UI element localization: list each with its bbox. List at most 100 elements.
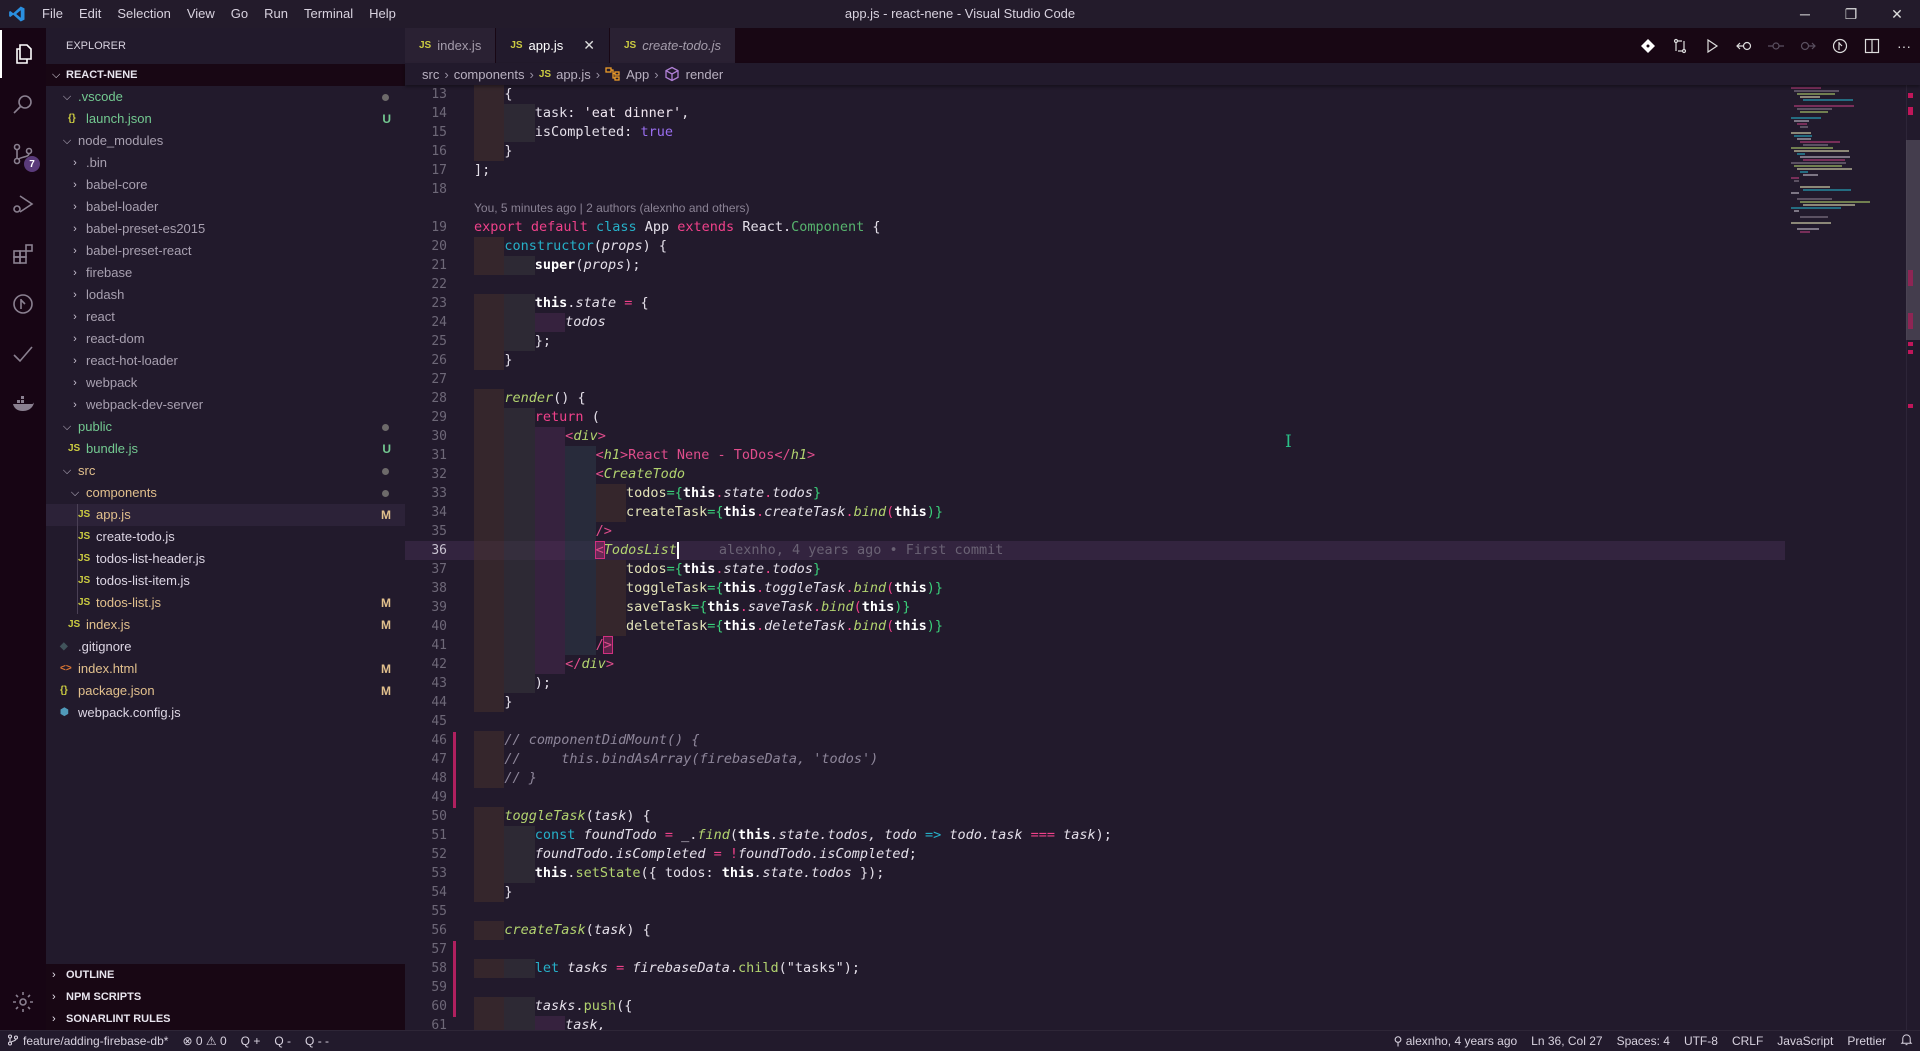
tree-file[interactable]: {} package.json M — [46, 680, 405, 702]
vscode-logo-icon — [0, 0, 34, 28]
q-minus-minus-button[interactable]: Q - - — [298, 1034, 336, 1048]
language-mode[interactable]: JavaScript — [1770, 1034, 1840, 1048]
line-ending[interactable]: CRLF — [1725, 1034, 1770, 1048]
problems-indicator[interactable]: ⊗ 0 ⚠ 0 — [175, 1034, 233, 1048]
tree-folder[interactable]: ⌵ components — [46, 482, 405, 504]
tree-folder[interactable]: › react-dom — [46, 328, 405, 350]
tree-folder[interactable]: › react-hot-loader — [46, 350, 405, 372]
tab-app-js[interactable]: JS app.js ✕ — [496, 28, 610, 63]
tree-file[interactable]: JS todos-list.js M — [46, 592, 405, 614]
code-text: /> — [595, 523, 612, 539]
minimize-button[interactable]: ─ — [1782, 0, 1828, 28]
codelens-authors[interactable]: You, 5 minutes ago | 2 authors (alexnho … — [474, 199, 750, 218]
tree-file[interactable]: JS todos-list-header.js — [46, 548, 405, 570]
project-root[interactable]: ⌵ REACT-NENE — [46, 64, 405, 86]
git-diff-icon[interactable] — [1632, 38, 1664, 54]
panel-outline[interactable]: › OUTLINE — [46, 964, 405, 986]
open-changes-icon[interactable] — [1760, 38, 1792, 54]
menu-selection[interactable]: Selection — [109, 0, 178, 28]
tree-folder[interactable]: › webpack-dev-server — [46, 394, 405, 416]
activity-run-debug[interactable] — [0, 180, 46, 228]
breadcrumb-app-class[interactable]: App — [626, 67, 649, 82]
tree-folder[interactable]: › react — [46, 306, 405, 328]
code-text: )} — [926, 618, 944, 634]
tree-folder[interactable]: ⌵ src — [46, 460, 405, 482]
tree-file[interactable]: JS app.js M — [46, 504, 405, 526]
tree-file[interactable]: ⬢ webpack.config.js — [46, 702, 405, 724]
restore-button[interactable]: ❐ — [1828, 0, 1874, 28]
tree-file[interactable]: ◆ .gitignore — [46, 636, 405, 658]
panel-npm-scripts[interactable]: › NPM SCRIPTS — [46, 986, 405, 1008]
tab-create-todo-js[interactable]: JS create-todo.js — [609, 28, 736, 63]
tree-folder[interactable]: › babel-core — [46, 174, 405, 196]
minimap[interactable] — [1785, 85, 1890, 245]
encoding[interactable]: UTF-8 — [1677, 1034, 1725, 1048]
code-line: 13 { — [405, 85, 1785, 104]
tree-file[interactable]: <> index.html M — [46, 658, 405, 680]
tree-folder[interactable]: › .bin — [46, 152, 405, 174]
minimap-line — [1800, 231, 1810, 233]
close-window-button[interactable]: ✕ — [1874, 0, 1920, 28]
chevron-down-icon: ⌵ — [52, 69, 61, 81]
close-icon[interactable]: ✕ — [583, 37, 595, 54]
menu-edit[interactable]: Edit — [71, 0, 109, 28]
code-editor[interactable]: 13 { 14 task: 'eat dinner', 15 isCompleted:… — [405, 85, 1880, 1030]
panel-sonarlint-rules[interactable]: › SONARLINT RULES — [46, 1008, 405, 1030]
run-icon[interactable] — [1696, 38, 1728, 54]
split-editor-icon[interactable] — [1856, 38, 1888, 54]
activity-settings[interactable] — [0, 978, 46, 1026]
tree-folder[interactable]: ⌵ public — [46, 416, 405, 438]
code-comment: // this.bindAsArray(firebaseData, 'todos… — [504, 751, 879, 767]
tree-folder[interactable]: › babel-preset-es2015 — [46, 218, 405, 240]
tree-file[interactable]: JS todos-list-item.js — [46, 570, 405, 592]
notifications-button[interactable] — [1893, 1033, 1920, 1049]
code-text: const — [534, 827, 576, 843]
menu-file[interactable]: File — [34, 0, 71, 28]
breadcrumb-src[interactable]: src — [422, 67, 439, 82]
q-plus-button[interactable]: Q + — [234, 1034, 268, 1048]
compare-changes-icon[interactable] — [1664, 38, 1696, 54]
tree-folder[interactable]: › firebase — [46, 262, 405, 284]
next-change-icon[interactable] — [1792, 38, 1824, 54]
git-blame-status[interactable]: ⚲ alexnho, 4 years ago — [1387, 1034, 1525, 1048]
activity-search[interactable] — [0, 80, 46, 128]
breadcrumb-components[interactable]: components — [454, 67, 525, 82]
activity-testing[interactable] — [0, 330, 46, 378]
breadcrumb-render[interactable]: render — [686, 67, 724, 82]
activity-source-control[interactable]: 7 — [0, 130, 46, 178]
activity-explorer[interactable] — [0, 30, 46, 78]
tree-folder[interactable]: › babel-loader — [46, 196, 405, 218]
formatter[interactable]: Prettier — [1840, 1034, 1893, 1048]
code-text: tasks — [534, 998, 576, 1014]
activity-extensions[interactable] — [0, 230, 46, 278]
q-minus-button[interactable]: Q - — [267, 1034, 298, 1048]
menu-go[interactable]: Go — [223, 0, 256, 28]
branch-indicator[interactable]: feature/adding-firebase-db* — [0, 1034, 175, 1048]
tree-folder[interactable]: ⌵ .vscode — [46, 86, 405, 108]
tree-folder[interactable]: › webpack — [46, 372, 405, 394]
tab-index-js[interactable]: JS index.js — [405, 28, 497, 63]
cursor-position[interactable]: Ln 36, Col 27 — [1524, 1034, 1609, 1048]
chevron-right-icon: › — [444, 66, 449, 82]
menu-view[interactable]: View — [179, 0, 223, 28]
gitlens-blame-icon[interactable] — [1824, 38, 1856, 54]
tree-folder[interactable]: › lodash — [46, 284, 405, 306]
code-line: 28 render() { — [405, 389, 1785, 408]
tree-file[interactable]: JS index.js M — [46, 614, 405, 636]
menu-terminal[interactable]: Terminal — [296, 0, 361, 28]
activity-gitlens[interactable] — [0, 280, 46, 328]
activity-docker[interactable] — [0, 380, 46, 428]
more-actions-icon[interactable]: ··· — [1888, 38, 1920, 54]
breadcrumb-app-js[interactable]: app.js — [556, 67, 591, 82]
menu-help[interactable]: Help — [361, 0, 404, 28]
tree-file[interactable]: JS create-todo.js — [46, 526, 405, 548]
tree-file[interactable]: {} launch.json U — [46, 108, 405, 130]
tree-file[interactable]: JS bundle.js U — [46, 438, 405, 460]
code-text: this — [894, 580, 927, 596]
tree-folder[interactable]: ⌵ node_modules — [46, 130, 405, 152]
indentation[interactable]: Spaces: 4 — [1610, 1034, 1677, 1048]
previous-change-icon[interactable] — [1728, 38, 1760, 54]
tree-folder[interactable]: › babel-preset-react — [46, 240, 405, 262]
menu-run[interactable]: Run — [256, 0, 296, 28]
scrollbar-thumb[interactable] — [1906, 140, 1920, 340]
